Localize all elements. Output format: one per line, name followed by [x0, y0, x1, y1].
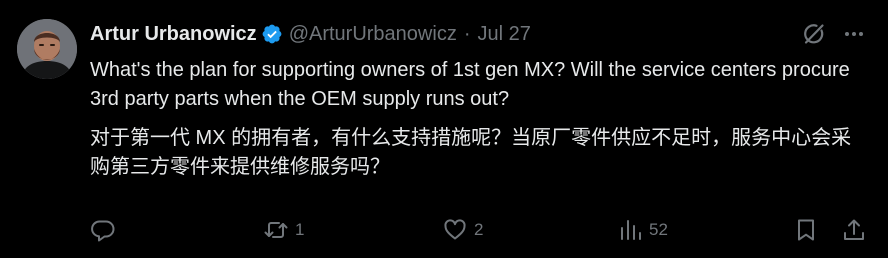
tweet-text-english: What's the plan for supporting owners of…	[90, 59, 850, 110]
display-name[interactable]: Artur Urbanowicz	[90, 23, 257, 46]
verified-badge-icon[interactable]	[261, 23, 283, 45]
separator-dot: ·	[463, 22, 471, 45]
bookmark-button[interactable]	[794, 214, 818, 246]
bookmark-icon	[794, 217, 818, 243]
avatar-image	[17, 19, 77, 79]
action-bar: 1 2 52	[90, 214, 870, 246]
grok-button[interactable]	[800, 20, 828, 48]
tweet-text: What's the plan for supporting owners of…	[90, 56, 870, 182]
views-count: 52	[649, 220, 668, 239]
reply-icon	[90, 217, 116, 243]
grok-icon	[801, 21, 827, 47]
share-icon	[841, 217, 867, 243]
views-icon	[619, 217, 643, 243]
tweet-header: Artur Urbanowicz @ArturUrbanowicz · Jul …	[90, 20, 531, 48]
tweet-text-chinese: 对于第一代 MX 的拥有者，有什么支持措施呢？当原厂零件供应不足时，服务中心会采…	[90, 127, 852, 178]
handle[interactable]: @ArturUrbanowicz	[289, 23, 457, 46]
reply-button[interactable]	[90, 214, 122, 246]
retweet-count: 1	[295, 220, 305, 239]
tweet[interactable]: Artur Urbanowicz @ArturUrbanowicz · Jul …	[0, 0, 888, 258]
retweet-icon	[263, 217, 289, 243]
retweet-button[interactable]: 1	[263, 214, 304, 246]
more-button[interactable]	[840, 20, 868, 48]
like-button[interactable]: 2	[442, 214, 483, 246]
heart-icon	[442, 217, 468, 243]
more-icon	[843, 23, 865, 45]
tweet-date[interactable]: Jul 27	[477, 23, 530, 46]
views-button[interactable]: 52	[619, 214, 668, 246]
avatar[interactable]	[17, 19, 77, 79]
like-count: 2	[474, 220, 484, 239]
share-button[interactable]	[841, 214, 867, 246]
